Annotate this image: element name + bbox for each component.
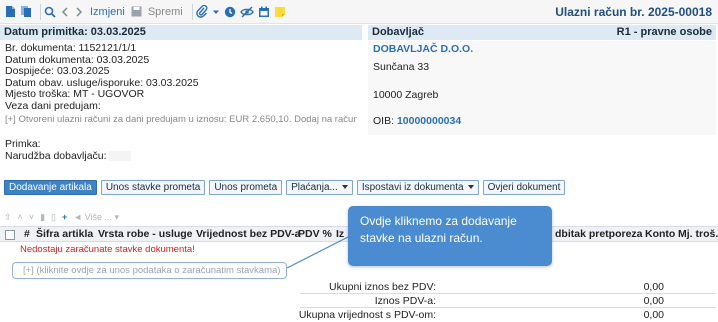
help-tooltip: Ovdje kliknemo za dodavanje stavke na ul… bbox=[348, 206, 552, 266]
tooltip-pointer bbox=[286, 235, 351, 269]
